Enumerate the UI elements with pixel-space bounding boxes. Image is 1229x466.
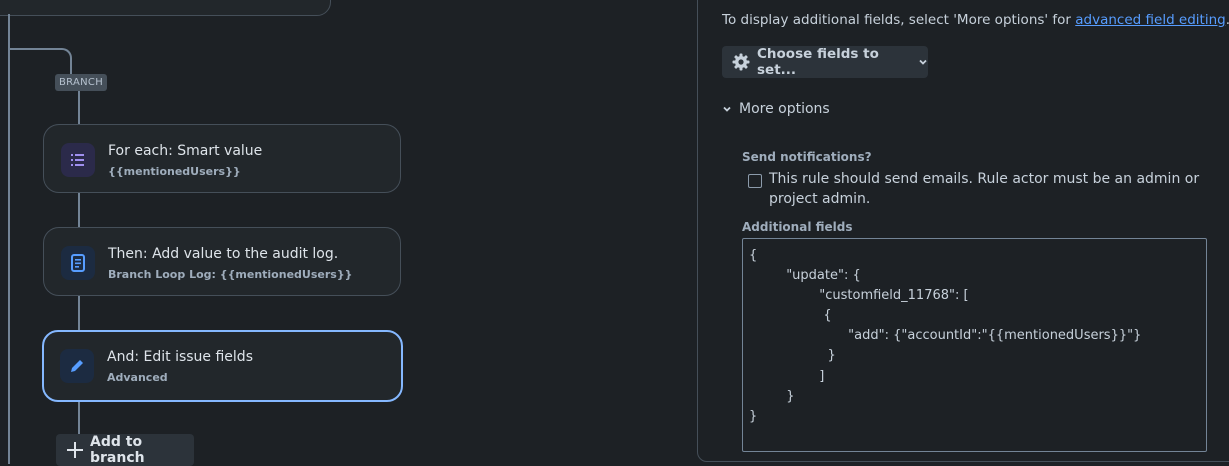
gear-icon xyxy=(732,53,750,71)
node-edit-issue[interactable]: And: Edit issue fields Advanced xyxy=(42,330,403,402)
add-to-branch-label: Add to branch xyxy=(90,434,145,466)
info-text: To display additional fields, select 'Mo… xyxy=(722,12,1229,28)
node-subtitle: Branch Loop Log: {{mentionedUsers}} xyxy=(108,268,353,281)
list-icon xyxy=(61,143,95,177)
send-notifications-label: Send notifications? xyxy=(742,150,872,164)
pencil-icon xyxy=(60,349,94,383)
choose-fields-button[interactable]: Choose fields to set... xyxy=(722,46,928,78)
node-title: And: Edit issue fields xyxy=(107,349,253,365)
node-title: For each: Smart value xyxy=(108,143,263,159)
node-subtitle: Advanced xyxy=(107,371,168,384)
send-notifications-checkbox[interactable] xyxy=(748,174,762,188)
main-flow-line xyxy=(8,14,10,464)
send-notifications-text: This rule should send emails. Rule actor… xyxy=(769,171,1200,207)
info-prefix: To display additional fields, select 'Mo… xyxy=(722,12,1076,28)
advanced-field-editing-link[interactable]: advanced field editing xyxy=(1075,12,1225,28)
branch-tag: BRANCH xyxy=(55,74,108,91)
more-options-toggle[interactable]: More options xyxy=(722,101,830,117)
node-title: Then: Add value to the audit log. xyxy=(108,246,339,262)
additional-fields-label: Additional fields xyxy=(742,220,853,234)
choose-fields-label: Choose fields to set... xyxy=(757,46,879,78)
additional-fields-editor[interactable]: { "update": { "customfield_11768": [ { "… xyxy=(742,238,1207,452)
additional-fields-json: { "update": { "customfield_11768": [ { "… xyxy=(749,248,1142,424)
plus-icon xyxy=(66,441,84,459)
previous-component-card[interactable] xyxy=(0,0,331,16)
node-audit-log[interactable]: Then: Add value to the audit log. Branch… xyxy=(43,227,401,296)
chevron-down-icon xyxy=(918,57,928,67)
document-icon xyxy=(61,246,95,280)
more-options-label: More options xyxy=(739,101,830,117)
add-to-branch-button[interactable]: Add to branch xyxy=(56,434,194,466)
node-subtitle: {{mentionedUsers}} xyxy=(108,165,241,178)
node-for-each[interactable]: For each: Smart value {{mentionedUsers}} xyxy=(43,124,401,193)
chevron-down-icon xyxy=(722,104,732,114)
